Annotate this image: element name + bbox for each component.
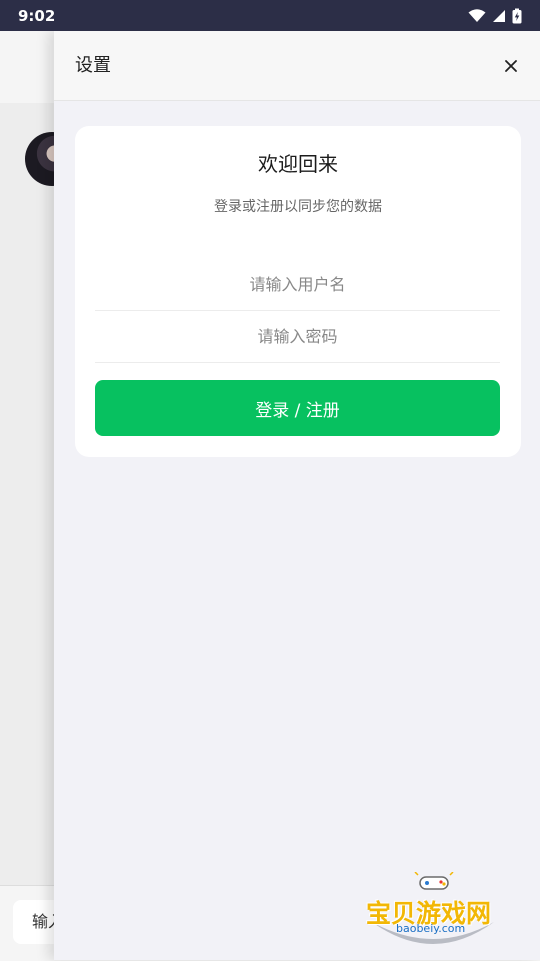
drawer-header: 设置 [54, 31, 540, 101]
login-card: 欢迎回来 登录或注册以同步您的数据 登录 / 注册 [75, 126, 521, 457]
status-bar: 9:02 [0, 0, 540, 31]
wifi-icon [468, 8, 486, 22]
login-register-button[interactable]: 登录 / 注册 [95, 380, 500, 436]
password-input[interactable] [95, 310, 500, 363]
card-subtitle: 登录或注册以同步您的数据 [214, 199, 382, 215]
card-title: 欢迎回来 [258, 152, 338, 176]
watermark-url: baobeiy.com [396, 922, 466, 935]
battery-charging-icon [512, 8, 522, 23]
close-icon [505, 60, 517, 72]
close-button[interactable] [498, 53, 524, 79]
drawer-title: 设置 [75, 55, 111, 76]
username-input[interactable] [95, 258, 500, 311]
settings-drawer: 设置 欢迎回来 登录或注册以同步您的数据 登录 / 注册 [54, 31, 540, 960]
status-icons [468, 8, 522, 24]
watermark-logo: 宝贝游戏网 baobeiy.com [362, 872, 512, 956]
cellular-signal-icon [493, 9, 505, 22]
status-time: 9:02 [18, 6, 56, 25]
gamepad-icon [414, 872, 454, 890]
